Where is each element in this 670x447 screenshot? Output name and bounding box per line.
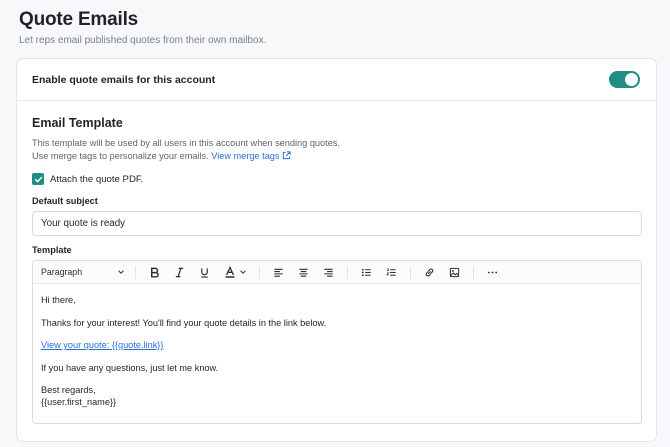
align-left-button[interactable] [266, 263, 291, 281]
page-title: Quote Emails [19, 9, 139, 30]
underline-icon [201, 267, 208, 278]
bold-button[interactable] [142, 263, 167, 281]
template-label: Template [32, 245, 72, 255]
settings-card: Enable quote emails for this account Ema… [16, 58, 657, 442]
more-options-button[interactable] [480, 263, 505, 281]
view-merge-tags-link[interactable]: View merge tags [211, 151, 291, 161]
bullet-list-button[interactable] [354, 263, 379, 281]
align-center-icon [299, 268, 308, 277]
attach-pdf-label: Attach the quote PDF. [50, 173, 144, 185]
editor-toolbar: Paragraph [33, 261, 641, 284]
description-line-1: This template will be used by all users … [32, 138, 340, 148]
description-line-2: Use merge tags to personalize your email… [32, 150, 641, 163]
link-button[interactable] [417, 263, 442, 281]
text-color-button[interactable] [217, 263, 253, 281]
chevron-down-icon [118, 270, 124, 274]
closing-line: Best regards, [41, 385, 96, 395]
paragraph-style-value: Paragraph [41, 267, 83, 277]
external-link-icon [282, 151, 291, 160]
greeting-line: Hi there, [41, 295, 76, 305]
align-right-button[interactable] [316, 263, 341, 281]
quote-link-paragraph: View your quote: {{quote.link}} [41, 339, 633, 351]
bold-icon [151, 267, 159, 278]
signature-line: {{user.first_name}} [41, 397, 117, 407]
paragraph-style-select[interactable]: Paragraph [41, 263, 129, 281]
email-template-section: Email Template This template will be use… [17, 101, 656, 424]
italic-icon [175, 267, 184, 277]
toolbar-divider [410, 265, 411, 279]
link-icon [425, 268, 434, 276]
align-right-icon [324, 268, 333, 277]
default-subject-label: Default subject [32, 196, 98, 206]
view-merge-tags-label: View merge tags [211, 151, 280, 161]
enable-quote-emails-label: Enable quote emails for this account [32, 73, 216, 86]
italic-button[interactable] [167, 263, 192, 281]
view-your-quote-link[interactable]: View your quote: {{quote.link}} [41, 340, 163, 350]
enable-quote-emails-toggle[interactable] [609, 71, 640, 88]
numbered-list-button[interactable] [379, 263, 404, 281]
chevron-down-icon [239, 270, 246, 274]
toggle-knob [625, 73, 638, 86]
attach-pdf-row: Attach the quote PDF. [32, 173, 641, 185]
section-description: This template will be used by all users … [32, 137, 641, 163]
enable-quote-emails-row: Enable quote emails for this account [17, 59, 656, 101]
checkmark-icon [34, 176, 42, 182]
numbered-list-icon [386, 267, 396, 276]
section-title: Email Template [32, 116, 123, 130]
body-line: Thanks for your interest! You'll find yo… [41, 317, 327, 328]
align-center-button[interactable] [291, 263, 316, 281]
toolbar-divider [259, 265, 260, 279]
default-subject-input[interactable]: Your quote is ready [32, 211, 642, 236]
toolbar-divider [473, 265, 474, 279]
editor-content[interactable]: Hi there, Thanks for your interest! You'… [33, 284, 641, 418]
description-line-2-text: Use merge tags to personalize your email… [32, 151, 209, 161]
page-subtitle: Let reps email published quotes from the… [19, 35, 267, 46]
questions-line: If you have any questions, just let me k… [41, 362, 219, 373]
image-icon [449, 267, 460, 277]
more-icon [487, 271, 498, 273]
toolbar-divider [347, 265, 348, 279]
underline-button[interactable] [192, 263, 217, 281]
attach-pdf-checkbox[interactable] [32, 173, 44, 185]
bullet-list-icon [361, 268, 371, 276]
default-subject-value: Your quote is ready [41, 218, 126, 229]
template-editor[interactable]: Paragraph Hi there, Thanks for your inte… [32, 260, 642, 424]
image-button[interactable] [442, 263, 467, 281]
align-left-icon [274, 268, 283, 277]
toolbar-divider [135, 265, 136, 279]
text-color-icon [225, 266, 234, 278]
